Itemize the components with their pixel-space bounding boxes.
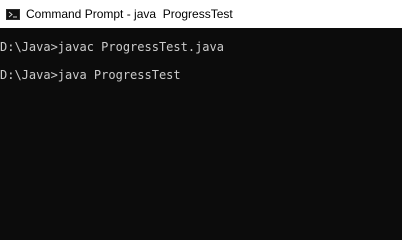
cmd-icon	[6, 9, 20, 20]
window-title: Command Prompt - java ProgressTest	[26, 7, 233, 21]
console-output[interactable]: D:\Java>javac ProgressTest.java D:\Java>…	[0, 28, 402, 229]
command-prompt-window: Command Prompt - java ProgressTest D:\Ja…	[0, 0, 402, 229]
console-line: D:\Java>java ProgressTest	[0, 68, 181, 82]
console-line: D:\Java>javac ProgressTest.java	[0, 40, 224, 54]
title-bar[interactable]: Command Prompt - java ProgressTest	[0, 0, 402, 28]
